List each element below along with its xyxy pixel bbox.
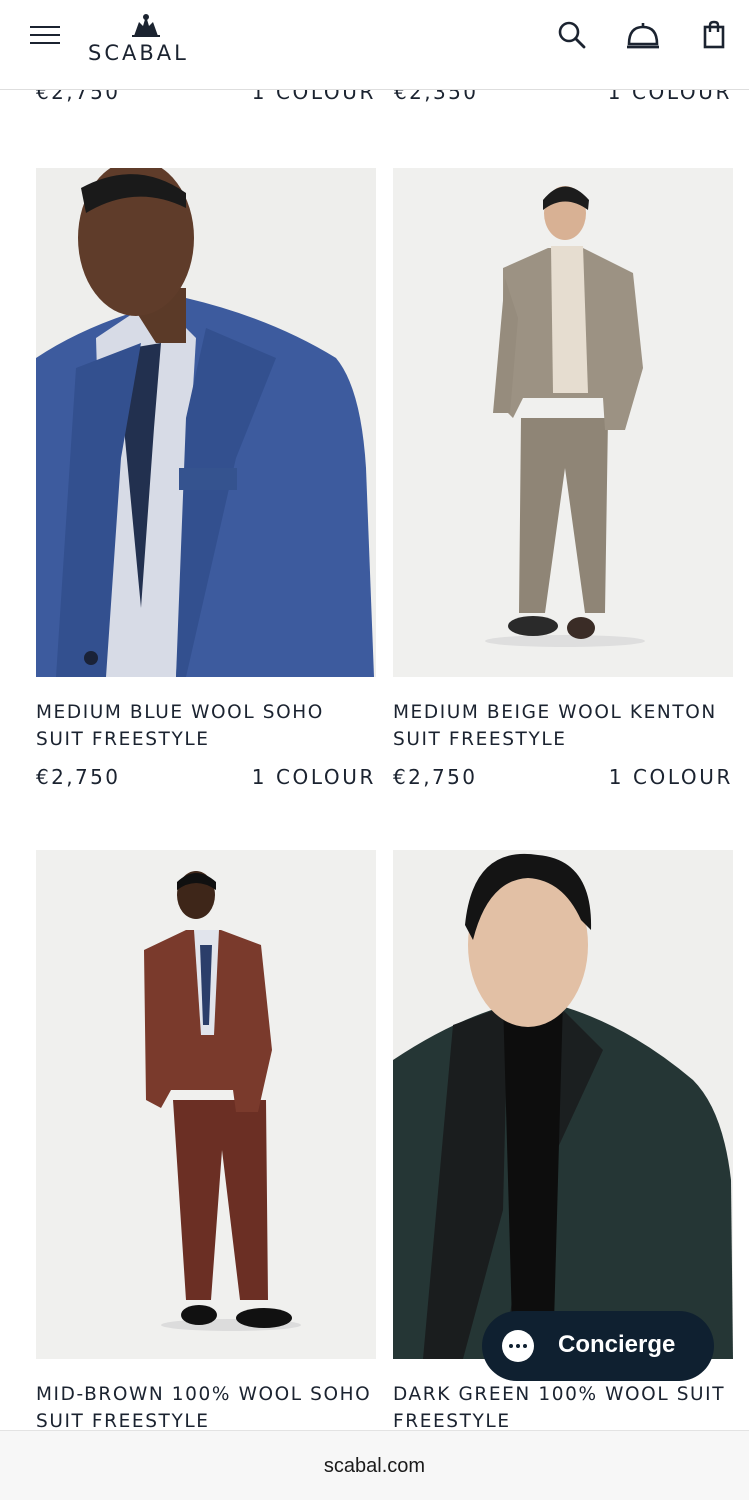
url-text[interactable]: scabal.com	[0, 1455, 749, 1478]
menu-icon[interactable]	[30, 26, 60, 46]
concierge-label: Concierge	[558, 1331, 676, 1358]
product-name[interactable]: MEDIUM BLUE WOOL SOHO SUIT FREESTYLE	[36, 699, 376, 753]
product-name[interactable]: DARK GREEN 100% WOOL SUIT FREESTYLE	[393, 1381, 733, 1435]
product-name[interactable]: MEDIUM BEIGE WOOL KENTON SUIT FREESTYLE	[393, 699, 733, 753]
colour-count[interactable]: 1 COLOUR	[252, 765, 376, 789]
concierge-chat-button[interactable]: Concierge	[482, 1311, 714, 1381]
product-name[interactable]: MID-BROWN 100% WOOL SOHO SUIT FREESTYLE	[36, 1381, 376, 1435]
lion-crest-icon	[132, 14, 160, 37]
price: €2,750	[36, 765, 121, 789]
brand-name: SCABAL	[88, 41, 189, 65]
product-image[interactable]	[393, 168, 733, 677]
chat-bubble-icon	[502, 1330, 534, 1362]
browser-address-bar[interactable]: scabal.com	[0, 1430, 749, 1500]
brand-logo[interactable]: SCABAL	[88, 12, 208, 65]
product-image[interactable]	[393, 850, 733, 1359]
colour-count[interactable]: 1 COLOUR	[609, 765, 733, 789]
product-image[interactable]	[36, 168, 376, 677]
site-header: SCABAL	[0, 0, 749, 90]
search-icon[interactable]	[554, 17, 590, 53]
price: €2,750	[393, 765, 478, 789]
product-image[interactable]	[36, 850, 376, 1359]
shopping-bag-icon[interactable]	[696, 17, 732, 53]
concierge-bell-icon[interactable]	[625, 17, 661, 53]
